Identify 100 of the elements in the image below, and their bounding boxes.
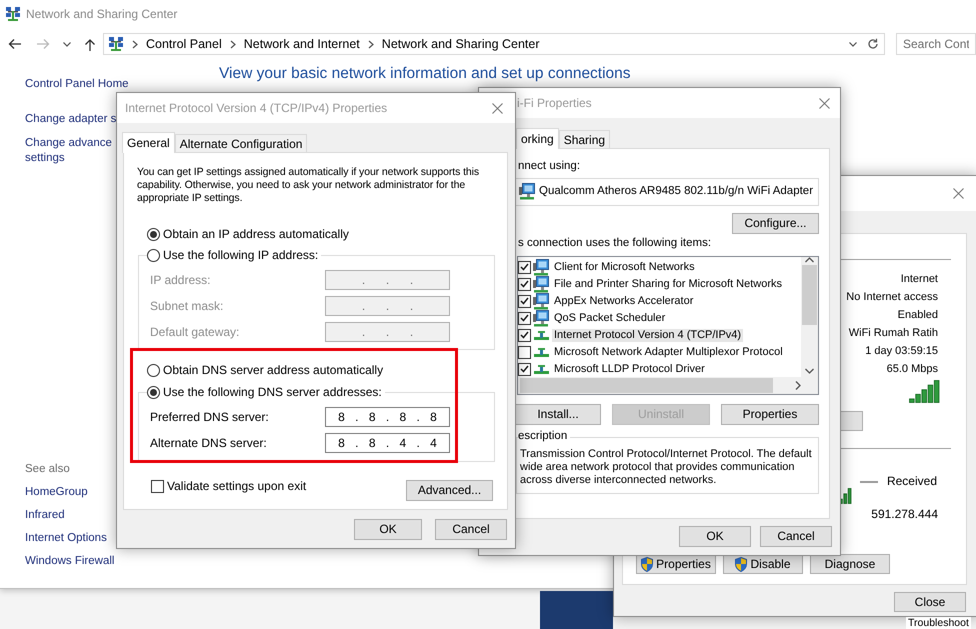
status-value: 65.0 Mbps xyxy=(886,362,938,377)
vertical-scrollbar[interactable] xyxy=(801,256,818,377)
tab[interactable]: orking xyxy=(516,128,559,149)
status-action-button[interactable]: Properties xyxy=(636,554,716,574)
action-button[interactable]: Properties xyxy=(721,404,819,425)
status-value: 1 day 03:59:15 xyxy=(865,344,938,359)
back-button[interactable] xyxy=(8,38,22,50)
dialog-title: i-Fi Properties xyxy=(517,96,592,110)
received-value: 591.278.444 xyxy=(871,507,938,522)
chevron-icon xyxy=(132,40,138,48)
cancel-button[interactable]: Cancel xyxy=(435,519,507,540)
checkbox[interactable] xyxy=(518,260,531,274)
checkbox[interactable] xyxy=(518,328,531,342)
list-item[interactable]: Internet Protocol Version 4 (TCP/IPv4) xyxy=(552,328,744,342)
network-service-icon xyxy=(533,276,550,293)
radio-button[interactable] xyxy=(147,386,160,398)
list-item[interactable]: AppEx Networks Accelerator xyxy=(552,294,696,308)
radio-button[interactable] xyxy=(147,364,160,376)
status-value: Enabled xyxy=(898,308,938,323)
list-item[interactable]: Client for Microsoft Networks xyxy=(552,260,697,274)
radio-label: Obtain DNS server address automatically xyxy=(163,362,384,378)
radio-label: Obtain an IP address automatically xyxy=(163,226,349,242)
scroll-right-icon[interactable] xyxy=(795,380,801,390)
radio-button[interactable] xyxy=(147,248,160,262)
sidebar-link[interactable]: Windows Firewall xyxy=(25,554,114,569)
chevron-icon xyxy=(368,40,374,48)
sidebar-link[interactable]: Control Panel Home xyxy=(25,77,129,92)
close-icon[interactable] xyxy=(818,98,830,108)
checkbox[interactable] xyxy=(518,294,531,308)
dns-address-field[interactable]: 8 . 8 . 4 . 4 xyxy=(325,433,450,453)
ok-button[interactable]: OK xyxy=(679,526,751,547)
network-service-icon xyxy=(533,258,550,276)
received-label: Received xyxy=(886,475,938,488)
window-title: Network and Sharing Center xyxy=(26,6,178,22)
network-icon xyxy=(5,6,21,22)
field-label: s connection uses the following items: xyxy=(518,236,712,251)
checkbox[interactable] xyxy=(151,480,164,492)
network-service-icon xyxy=(533,292,550,310)
sidebar-link[interactable]: Change advance settings xyxy=(25,136,112,166)
tab[interactable]: Sharing xyxy=(558,130,610,148)
configure-button[interactable]: Configure... xyxy=(732,212,819,234)
status-action-button[interactable]: Diagnose xyxy=(810,554,890,574)
network-adapter-icon xyxy=(519,183,535,200)
checkbox[interactable] xyxy=(518,278,531,291)
dialog-title: Internet Protocol Version 4 (TCP/IPv4) Properties xyxy=(125,100,388,116)
network-service-icon xyxy=(533,310,550,327)
tab[interactable]: Alternate Configuration xyxy=(174,134,308,152)
network-protocol-icon xyxy=(533,329,550,342)
field-label: Default gateway: xyxy=(150,324,240,340)
network-protocol-icon xyxy=(533,346,550,358)
horizontal-scrollbar[interactable] xyxy=(518,376,818,394)
up-button[interactable] xyxy=(84,38,96,50)
close-icon[interactable] xyxy=(952,188,964,199)
scrollbar-thumb[interactable] xyxy=(802,264,817,325)
status-value: No Internet access xyxy=(846,290,938,305)
scroll-up-icon[interactable] xyxy=(805,256,814,263)
action-button[interactable]: Install... xyxy=(515,404,601,425)
scroll-down-icon[interactable] xyxy=(805,368,814,374)
close-dialog-button[interactable]: Close xyxy=(894,592,966,612)
radio-button[interactable] xyxy=(147,228,160,240)
dns-address-field[interactable]: 8 . 8 . 8 . 8 xyxy=(325,407,450,427)
sidebar-link[interactable]: HomeGroup xyxy=(25,485,88,500)
close-icon[interactable] xyxy=(492,102,502,114)
address-bar[interactable]: Control Panel Network and Internet Network and Sharing Center xyxy=(103,33,885,55)
sidebar-link[interactable]: Infrared xyxy=(25,508,65,523)
list-item[interactable]: Microsoft LLDP Protocol Driver xyxy=(552,362,707,376)
intro-text: You can get IP settings assigned automatically if your network supports this capability. Otherwise, you need to ask your network administrator for the appropriate IP settings. xyxy=(137,166,480,205)
checkbox[interactable] xyxy=(518,346,531,359)
checkbox[interactable] xyxy=(518,312,531,325)
checkbox[interactable] xyxy=(518,362,531,376)
recent-dropdown-button[interactable] xyxy=(63,42,71,46)
network-protocol-icon xyxy=(533,363,550,376)
list-item[interactable]: QoS Packet Scheduler xyxy=(552,312,668,325)
background-text: Troubleshoot xyxy=(906,617,971,629)
dropdown-caret-icon[interactable] xyxy=(849,42,857,46)
checkbox-label: Validate settings upon exit xyxy=(167,478,306,494)
list-item[interactable]: Microsoft Network Adapter Multiplexor Protocol xyxy=(552,346,785,359)
signal-strength-icon xyxy=(909,380,940,403)
breadcrumb-link[interactable]: Control Panel xyxy=(146,36,222,52)
breadcrumb-link[interactable]: Network and Internet xyxy=(244,36,360,52)
shield-icon xyxy=(735,556,748,572)
activity-line xyxy=(860,481,878,483)
status-action-button[interactable]: Disable xyxy=(723,554,803,574)
sidebar-link[interactable]: Internet Options xyxy=(25,531,107,546)
radio-label: Use the following IP address: xyxy=(163,248,318,262)
items-list[interactable] xyxy=(517,256,819,395)
ok-button[interactable]: OK xyxy=(354,519,422,540)
scrollbar-thumb[interactable] xyxy=(520,378,773,393)
advanced-button[interactable]: Advanced... xyxy=(406,480,493,501)
refresh-icon[interactable] xyxy=(867,38,879,50)
field-label: Subnet mask: xyxy=(150,298,224,314)
signal-strength-icon xyxy=(839,488,852,504)
tab[interactable]: General xyxy=(122,132,175,153)
sidebar-link[interactable]: Change adapter s xyxy=(25,112,116,127)
breadcrumb-link[interactable]: Network and Sharing Center xyxy=(382,36,540,52)
list-item[interactable]: File and Printer Sharing for Microsoft Networks xyxy=(552,278,784,291)
cancel-button[interactable]: Cancel xyxy=(760,526,832,547)
radio-label: Use the following DNS server addresses: xyxy=(163,384,382,400)
chevron-icon xyxy=(230,40,236,48)
field-label: IP address: xyxy=(150,272,212,288)
